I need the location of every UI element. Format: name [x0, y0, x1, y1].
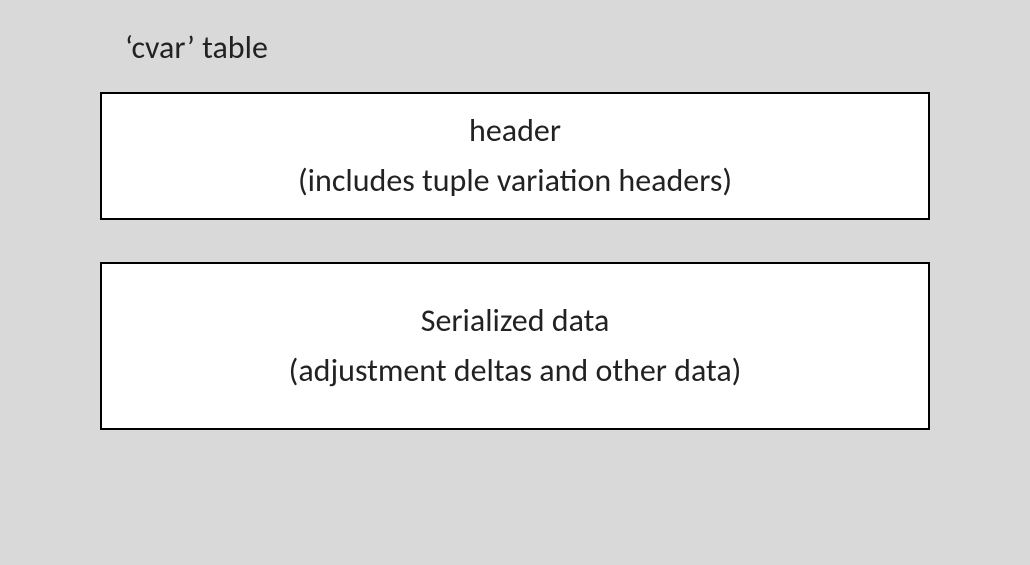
serialized-box-line1: Serialized data	[421, 296, 610, 346]
header-box-line2: (includes tuple variation headers)	[298, 156, 732, 206]
diagram-title: ‘cvar’ table	[125, 28, 268, 67]
header-box-line1: header	[469, 106, 561, 156]
serialized-data-box: Serialized data (adjustment deltas and o…	[100, 262, 930, 430]
header-box: header (includes tuple variation headers…	[100, 92, 930, 220]
serialized-box-line2: (adjustment deltas and other data)	[289, 346, 742, 396]
